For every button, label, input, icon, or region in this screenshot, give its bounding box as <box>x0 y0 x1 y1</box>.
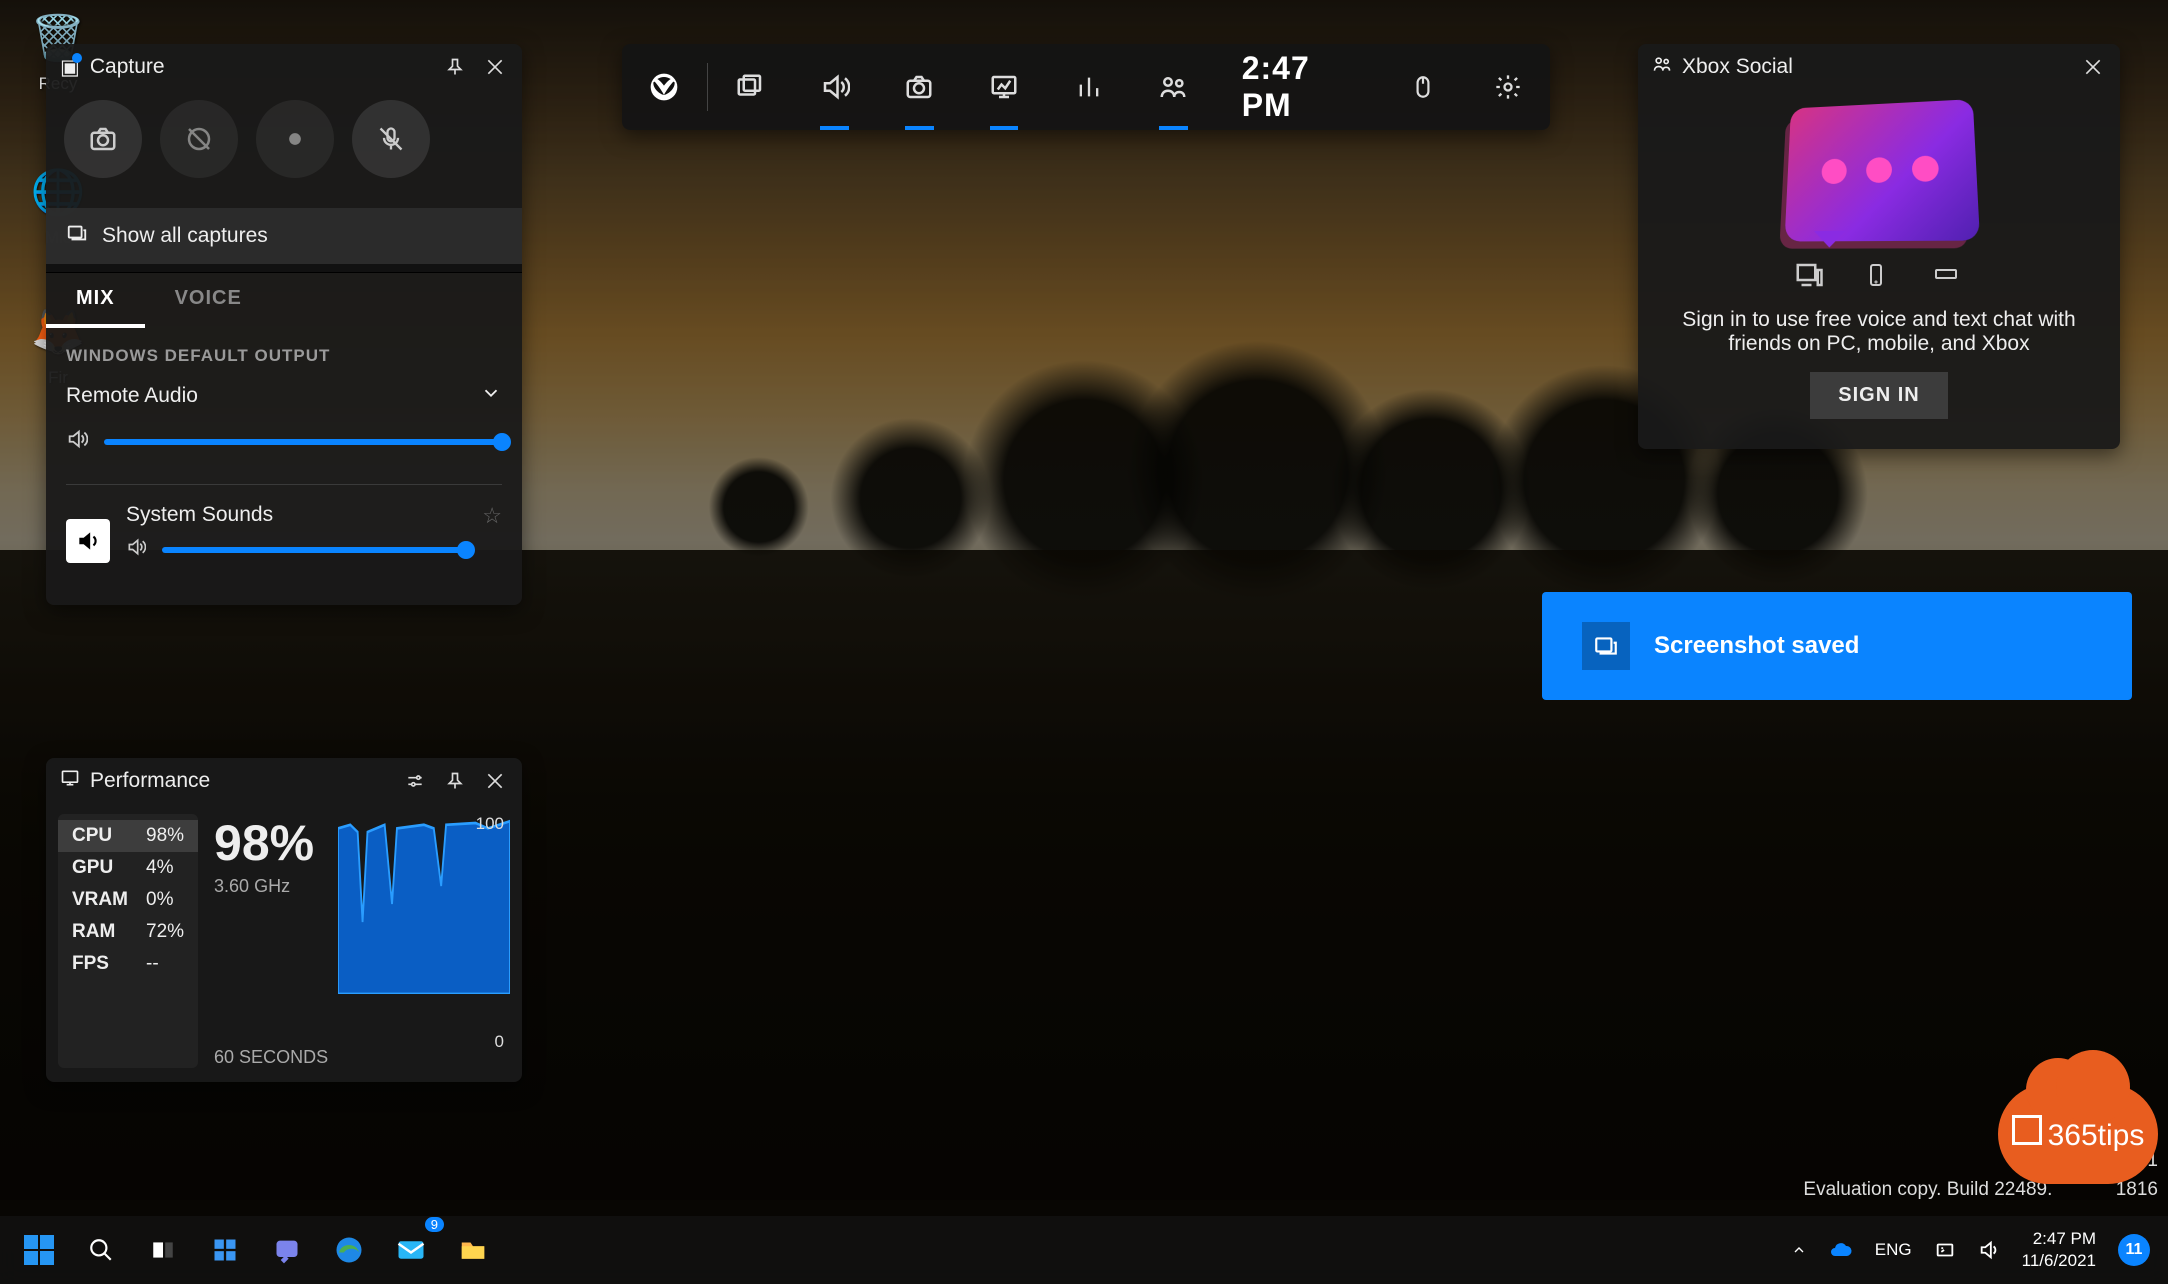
close-icon[interactable] <box>482 54 508 80</box>
pin-icon[interactable] <box>442 54 468 80</box>
show-all-captures-button[interactable]: Show all captures <box>46 208 522 264</box>
tab-mix[interactable]: MIX <box>46 273 145 328</box>
audio-widget-button[interactable] <box>792 44 877 130</box>
output-volume-slider[interactable] <box>104 439 502 445</box>
resources-widget-button[interactable] <box>1046 44 1131 130</box>
tab-voice[interactable]: VOICE <box>145 273 272 328</box>
monitor-icon <box>60 768 80 794</box>
record-last-button[interactable] <box>160 100 238 178</box>
widgets-button[interactable] <box>196 1221 254 1279</box>
chat-button[interactable] <box>258 1221 316 1279</box>
chevron-down-icon <box>480 382 502 410</box>
performance-big-value: 98% <box>214 814 328 872</box>
output-device-name: Remote Audio <box>66 384 198 408</box>
close-icon[interactable] <box>482 768 508 794</box>
xbox-social-title: Xbox Social <box>1652 54 2080 80</box>
perf-row-vram[interactable]: VRAM0% <box>58 884 198 916</box>
device-icons <box>1668 260 2090 298</box>
performance-seconds-label: 60 SECONDS <box>214 1047 328 1068</box>
language-indicator[interactable]: ENG <box>1867 1236 1920 1264</box>
xbox-button[interactable] <box>622 44 707 130</box>
onedrive-icon[interactable] <box>1821 1234 1861 1266</box>
system-sounds-label: System Sounds <box>126 503 466 527</box>
capture-widget: ▣ Capture Show all captures <box>46 44 522 605</box>
brand-logo: 365tips <box>1998 1084 2158 1184</box>
capture-widget-button[interactable] <box>877 44 962 130</box>
default-output-label: WINDOWS DEFAULT OUTPUT <box>66 340 502 372</box>
network-icon[interactable] <box>1926 1235 1964 1265</box>
game-bar: 2:47 PM <box>622 44 1550 130</box>
perf-row-cpu[interactable]: CPU98% <box>58 820 198 852</box>
widgets-menu-button[interactable] <box>708 44 793 130</box>
perf-row-ram[interactable]: RAM72% <box>58 916 198 948</box>
speaker-icon[interactable] <box>66 428 88 456</box>
search-button[interactable] <box>72 1221 130 1279</box>
capture-widget-title: ▣ Capture <box>60 55 442 80</box>
favorite-icon[interactable]: ☆ <box>482 503 502 529</box>
taskbar-datetime[interactable]: 2:47 PM 11/6/2021 <box>2014 1228 2104 1272</box>
notification-center-button[interactable]: 11 <box>2110 1230 2158 1270</box>
people-icon <box>1652 54 1672 80</box>
file-explorer-icon[interactable] <box>444 1221 502 1279</box>
pin-icon[interactable] <box>442 768 468 794</box>
record-button[interactable] <box>256 100 334 178</box>
toast-text: Screenshot saved <box>1654 632 1859 660</box>
game-bar-clock: 2:47 PM <box>1216 50 1381 124</box>
settings-icon[interactable] <box>1465 44 1550 130</box>
performance-main-readout: 98% 3.60 GHz 60 SECONDS <box>198 814 328 1068</box>
mail-taskbar-icon[interactable] <box>382 1221 440 1279</box>
start-button[interactable] <box>10 1221 68 1279</box>
mouse-icon[interactable] <box>1381 44 1466 130</box>
mobile-icon <box>1864 260 1888 298</box>
settings-sliders-icon[interactable] <box>402 768 428 794</box>
performance-title: Performance <box>60 768 402 794</box>
performance-metric-list: CPU98% GPU4% VRAM0% RAM72% FPS-- <box>58 814 198 1068</box>
gallery-icon <box>66 222 88 250</box>
pc-icon <box>1794 260 1824 298</box>
tray-expand-icon[interactable] <box>1783 1238 1815 1262</box>
output-device-dropdown[interactable]: Remote Audio <box>66 372 502 420</box>
system-sounds-slider[interactable] <box>162 547 466 553</box>
task-view-button[interactable] <box>134 1221 192 1279</box>
sign-in-button[interactable]: SIGN IN <box>1810 372 1947 419</box>
taskbar: ENG 2:47 PM 11/6/2021 11 <box>0 1216 2168 1284</box>
screenshot-saved-toast[interactable]: Screenshot saved <box>1542 592 2132 700</box>
close-icon[interactable] <box>2080 54 2106 80</box>
performance-widget: Performance CPU98% GPU4% VRAM0% RAM72% F… <box>46 758 522 1082</box>
chat-bubble-illustration <box>1785 99 1980 241</box>
perf-row-fps[interactable]: FPS-- <box>58 948 198 980</box>
console-icon <box>1928 260 1964 298</box>
screenshot-icon <box>1582 622 1630 670</box>
performance-widget-button[interactable] <box>962 44 1047 130</box>
screenshot-button[interactable] <box>64 100 142 178</box>
mic-off-button[interactable] <box>352 100 430 178</box>
perf-row-gpu[interactable]: GPU4% <box>58 852 198 884</box>
speaker-icon[interactable] <box>126 537 146 563</box>
xbox-social-prompt: Sign in to use free voice and text chat … <box>1668 308 2090 356</box>
audio-tabs: MIX VOICE <box>46 272 522 328</box>
performance-ghz: 3.60 GHz <box>214 876 328 897</box>
system-sounds-icon <box>66 519 110 563</box>
performance-graph: 100 0 <box>338 814 510 1068</box>
show-all-label: Show all captures <box>102 224 268 248</box>
volume-icon[interactable] <box>1970 1235 2008 1265</box>
xbox-social-widget: Xbox Social Sign in to use free voice an… <box>1638 44 2120 449</box>
xbox-social-widget-button[interactable] <box>1131 44 1216 130</box>
edge-taskbar-icon[interactable] <box>320 1221 378 1279</box>
capture-icon: ▣ <box>60 55 80 80</box>
